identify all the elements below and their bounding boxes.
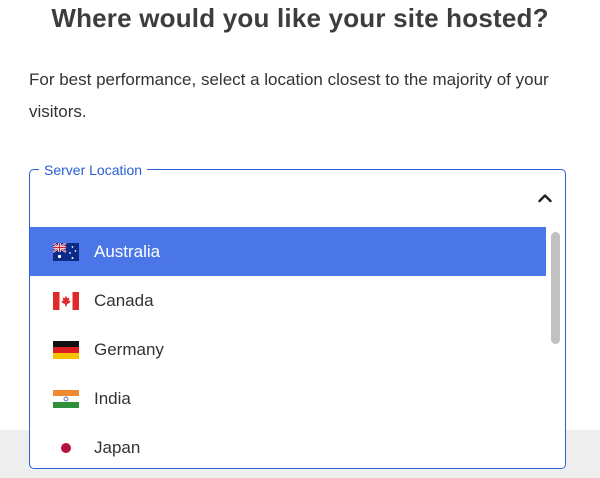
australia-flag-icon <box>53 242 79 261</box>
scrollbar-thumb[interactable] <box>551 232 560 344</box>
page-description: For best performance, select a location … <box>29 70 549 121</box>
option-canada[interactable]: Canada <box>30 276 546 325</box>
chevron-up-icon[interactable] <box>535 188 555 208</box>
option-label: Canada <box>94 290 154 310</box>
option-label: India <box>94 388 131 408</box>
japan-flag-icon <box>53 438 79 457</box>
option-india[interactable]: India <box>30 374 546 423</box>
germany-flag-icon <box>53 340 79 359</box>
option-japan[interactable]: Japan <box>30 423 546 468</box>
india-flag-icon <box>53 389 79 408</box>
option-label: Japan <box>94 437 141 457</box>
option-australia[interactable]: Australia <box>30 227 546 276</box>
server-location-label: Server Location <box>39 161 148 179</box>
option-label: Australia <box>94 241 161 261</box>
option-germany[interactable]: Germany <box>30 325 546 374</box>
page-title: Where would you like your site hosted? <box>51 3 549 33</box>
canada-flag-icon <box>53 291 79 310</box>
option-label: Germany <box>94 339 164 359</box>
server-location-dropdown[interactable]: Australia Canada Germany India Japan <box>29 227 566 469</box>
